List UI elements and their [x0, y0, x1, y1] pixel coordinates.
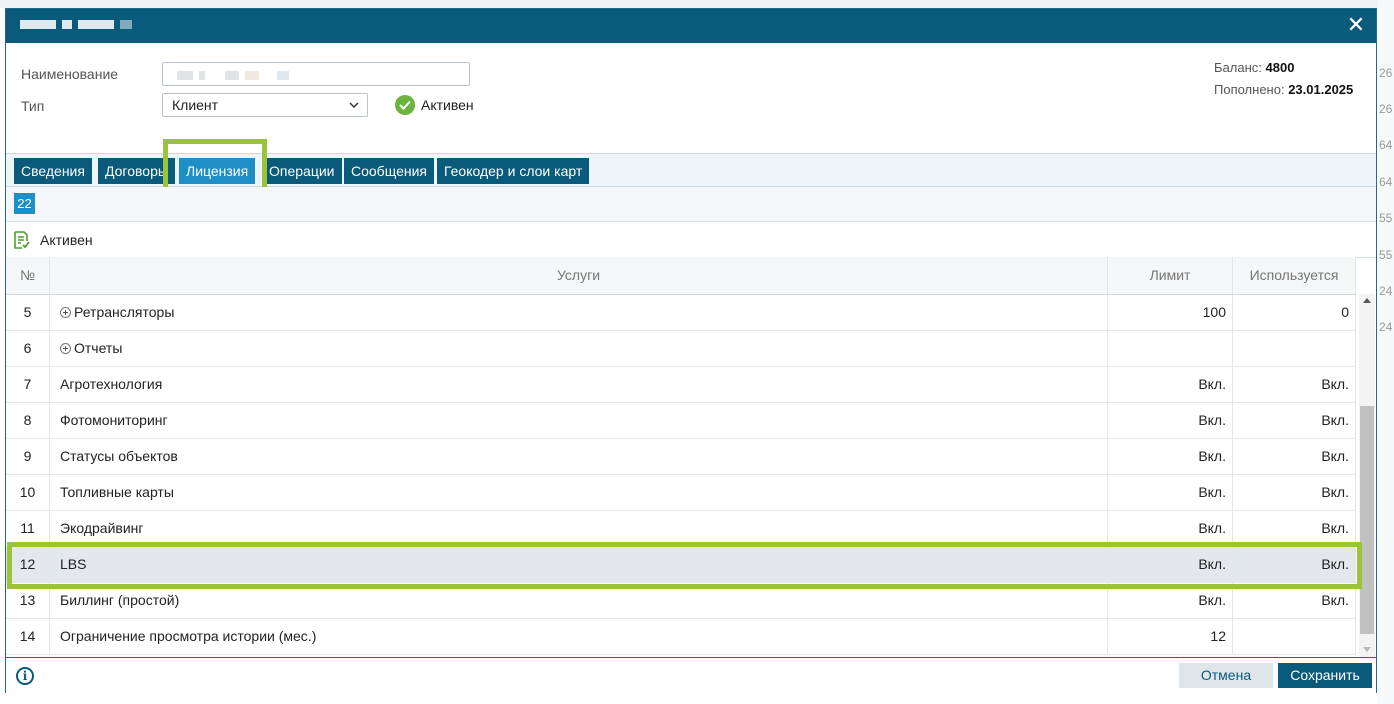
topup-value: 23.01.2025: [1288, 82, 1354, 97]
column-header-services[interactable]: Услуги: [50, 257, 1108, 294]
chevron-down-icon: [349, 102, 359, 109]
balance-value: 4800: [1265, 60, 1295, 75]
dialog-title-redacted: [20, 20, 132, 29]
background-cell: 55: [1379, 211, 1393, 225]
save-button[interactable]: Сохранить: [1278, 663, 1372, 688]
column-header-number[interactable]: №: [6, 257, 50, 294]
close-icon[interactable]: ✕: [1344, 13, 1368, 37]
type-select-value: Клиент: [172, 97, 219, 113]
row-number: 14: [6, 619, 50, 654]
background-cell: 26: [1379, 102, 1393, 116]
column-header-used[interactable]: Используется: [1233, 257, 1356, 294]
row-service: Ограничение просмотра истории (мес.): [50, 619, 1108, 654]
license-status-text: Активен: [40, 232, 93, 248]
info-icon[interactable]: i: [16, 667, 34, 685]
table-header: № Услуги Лимит Используется: [6, 257, 1356, 295]
tab-operations[interactable]: Операции: [262, 158, 342, 184]
license-status-row: Активен: [6, 223, 1376, 258]
background-cell: 55: [1379, 248, 1393, 262]
row-service-label: Отчеты: [74, 340, 123, 356]
row-used: 0: [1233, 295, 1356, 330]
background-cell: 64: [1379, 138, 1393, 152]
client-dialog: ✕ Наименование Тип Клиент Активен Баланс…: [5, 8, 1377, 693]
background-cell: 24: [1379, 320, 1393, 334]
license-badge-row: 22: [6, 187, 1376, 222]
background-cell: 24: [1379, 284, 1393, 298]
row-limit[interactable]: Вкл.: [1108, 367, 1233, 402]
row-service: Фотомониторинг: [50, 403, 1108, 438]
tab-messages[interactable]: Сообщения: [344, 158, 434, 184]
row-limit[interactable]: 12: [1108, 619, 1233, 654]
row-service: Топливные карты: [50, 475, 1108, 510]
background-cell: 26: [1379, 66, 1393, 80]
row-used: [1233, 619, 1356, 654]
row-service: Статусы объектов: [50, 439, 1108, 474]
document-check-icon: [14, 231, 30, 249]
row-limit[interactable]: [1108, 331, 1233, 366]
cancel-button[interactable]: Отмена: [1179, 663, 1273, 688]
row-used: Вкл.: [1233, 403, 1356, 438]
row-limit[interactable]: Вкл.: [1108, 511, 1233, 546]
topup-label: Пополнено:: [1214, 82, 1285, 97]
table-row[interactable]: 5 Ретрансляторы 100 0: [6, 295, 1356, 331]
expand-icon[interactable]: [60, 343, 71, 354]
services-table: 5 Ретрансляторы 100 0 6 Отчеты 7 Агротех…: [6, 295, 1356, 657]
row-number: 11: [6, 511, 50, 546]
table-row[interactable]: 9 Статусы объектов Вкл. Вкл.: [6, 439, 1356, 475]
row-used: Вкл.: [1233, 475, 1356, 510]
row-limit[interactable]: Вкл.: [1108, 475, 1233, 510]
balance-label: Баланс:: [1214, 60, 1262, 75]
background-cell: 64: [1379, 175, 1393, 189]
background-grid-edge: 26 26 64 64 55 55 24 24: [1378, 0, 1394, 704]
active-check-icon: [395, 95, 415, 115]
row-limit[interactable]: 100: [1108, 295, 1233, 330]
dialog-titlebar[interactable]: ✕: [6, 9, 1376, 43]
table-scrollbar[interactable]: [1359, 294, 1375, 658]
name-field[interactable]: [162, 62, 470, 86]
row-number: 5: [6, 295, 50, 330]
balance-info: Баланс: 4800 Пополнено: 23.01.2025: [1214, 60, 1364, 104]
table-row[interactable]: 6 Отчеты: [6, 331, 1356, 367]
row-number: 9: [6, 439, 50, 474]
table-row[interactable]: 14 Ограничение просмотра истории (мес.) …: [6, 619, 1356, 655]
name-label: Наименование: [21, 66, 119, 82]
row-service: Агротехнология: [50, 367, 1108, 402]
row-number: 7: [6, 367, 50, 402]
type-select[interactable]: Клиент: [162, 93, 368, 117]
row-used: [1233, 331, 1356, 366]
row-service: Отчеты: [50, 331, 1108, 366]
row-service: Экодрайвинг: [50, 511, 1108, 546]
row-limit[interactable]: Вкл.: [1108, 403, 1233, 438]
dialog-footer: i Отмена Сохранить: [6, 657, 1376, 693]
tab-info[interactable]: Сведения: [14, 158, 92, 184]
table-row[interactable]: 10 Топливные карты Вкл. Вкл.: [6, 475, 1356, 511]
scroll-up-icon[interactable]: [1363, 298, 1371, 303]
table-row[interactable]: 7 Агротехнология Вкл. Вкл.: [6, 367, 1356, 403]
row-service-label: Ретрансляторы: [74, 304, 175, 320]
expand-icon[interactable]: [60, 307, 71, 318]
license-badge[interactable]: 22: [14, 193, 35, 214]
row-service: Ретрансляторы: [50, 295, 1108, 330]
tab-geocoder[interactable]: Геокодер и слои карт: [437, 158, 590, 184]
table-row[interactable]: 8 Фотомониторинг Вкл. Вкл.: [6, 403, 1356, 439]
row-highlight-frame: [7, 542, 1362, 589]
active-status-label: Активен: [421, 97, 474, 113]
row-limit[interactable]: Вкл.: [1108, 439, 1233, 474]
row-used: Вкл.: [1233, 511, 1356, 546]
column-header-limit[interactable]: Лимит: [1108, 257, 1233, 294]
row-number: 6: [6, 331, 50, 366]
background-toolbar: [0, 0, 1394, 8]
row-used: Вкл.: [1233, 367, 1356, 402]
scroll-down-icon[interactable]: [1363, 647, 1371, 652]
row-used: Вкл.: [1233, 439, 1356, 474]
row-number: 8: [6, 403, 50, 438]
scrollbar-thumb[interactable]: [1360, 406, 1374, 634]
row-number: 10: [6, 475, 50, 510]
type-label: Тип: [21, 98, 45, 114]
